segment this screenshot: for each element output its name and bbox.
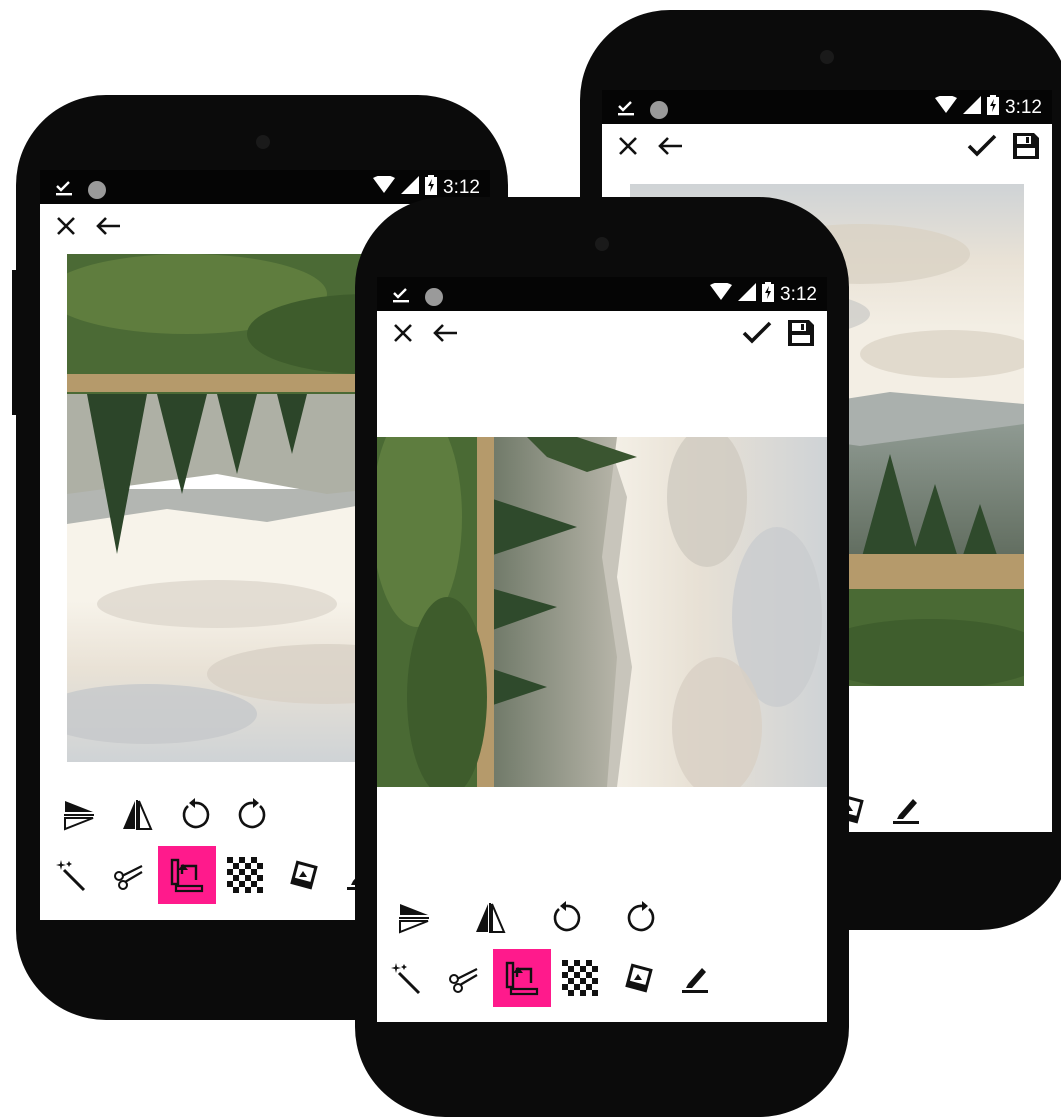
bottom-controls [377,887,827,1007]
pen-icon[interactable] [878,780,936,832]
top-toolbar [377,311,827,357]
phone-center: 3:12 [355,197,849,1117]
signal-icon [401,176,420,200]
battery-charging-icon [762,282,775,308]
photos-icon[interactable] [274,846,332,904]
pen-icon[interactable] [667,949,725,1007]
rotate-right-icon[interactable] [613,889,671,947]
front-camera [256,135,270,149]
rotate-left-icon[interactable] [166,786,224,844]
rotate-crop-icon[interactable] [493,949,551,1007]
check-icon[interactable] [966,130,998,162]
status-bar: 3:12 [602,90,1052,124]
front-camera [595,237,609,251]
wifi-icon [935,95,958,120]
wifi-icon [710,282,733,307]
download-done-icon [54,177,74,202]
checkerboard-icon[interactable] [216,846,274,904]
back-arrow-icon[interactable] [654,130,686,162]
side-button [12,270,18,415]
photo-rotated[interactable] [377,437,827,787]
clock: 3:12 [780,284,817,305]
magic-wand-icon[interactable] [377,949,435,1007]
clock: 3:12 [1005,97,1042,118]
status-bar: 3:12 [377,277,827,311]
clock: 3:12 [443,177,480,198]
scissors-icon[interactable] [435,949,493,1007]
top-toolbar [602,124,1052,170]
flip-horizontal-icon[interactable] [108,786,166,844]
download-done-icon [391,284,411,309]
back-arrow-icon[interactable] [92,210,124,242]
checkerboard-icon[interactable] [551,949,609,1007]
close-icon[interactable] [612,130,644,162]
screen-center: 3:12 [377,277,827,1022]
signal-icon [738,283,757,307]
photos-icon[interactable] [609,949,667,1007]
rotate-right-icon[interactable] [224,786,282,844]
close-icon[interactable] [50,210,82,242]
front-camera [820,50,834,64]
circle-icon [88,180,106,199]
save-icon[interactable] [785,317,817,349]
flip-vertical-icon[interactable] [385,889,443,947]
close-icon[interactable] [387,317,419,349]
circle-icon [425,287,443,306]
circle-icon [650,100,668,119]
rotate-crop-icon[interactable] [158,846,216,904]
flip-vertical-icon[interactable] [50,786,108,844]
signal-icon [963,96,982,120]
check-icon[interactable] [741,317,773,349]
download-done-icon [616,97,636,122]
battery-charging-icon [987,95,1000,121]
flip-horizontal-icon[interactable] [461,889,519,947]
rotate-left-icon[interactable] [537,889,595,947]
magic-wand-icon[interactable] [42,846,100,904]
back-arrow-icon[interactable] [429,317,461,349]
wifi-icon [373,175,396,200]
scissors-icon[interactable] [100,846,158,904]
save-icon[interactable] [1010,130,1042,162]
